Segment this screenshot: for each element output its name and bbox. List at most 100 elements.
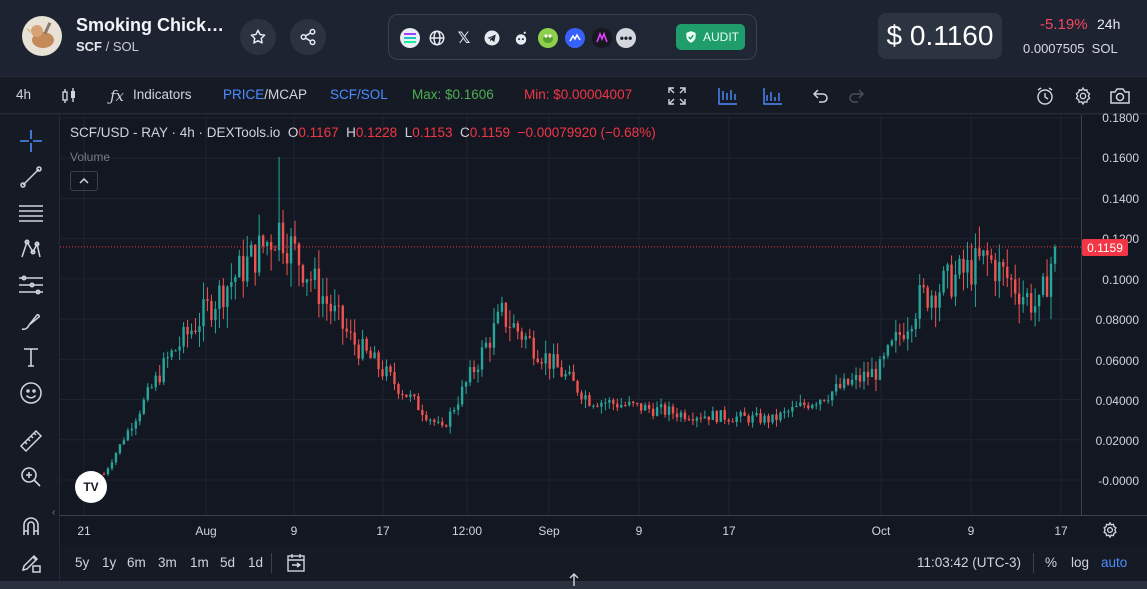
coinmarketcap-icon[interactable] [565,28,585,48]
pattern-icon[interactable] [18,236,44,262]
horizontal-lines-icon[interactable] [18,200,44,226]
candle-body [934,295,937,308]
range-5d[interactable]: 5d [220,555,235,570]
percent-toggle[interactable]: % [1045,555,1057,570]
candle-body [874,368,878,380]
text-tool-icon[interactable] [18,344,44,370]
trade-markers-icon[interactable] [717,85,739,107]
log-toggle[interactable]: log [1071,555,1089,570]
dextools-icon[interactable] [592,28,612,48]
indicators-button[interactable]: Indicators [133,87,192,102]
range-1y[interactable]: 1y [102,555,116,570]
legend-close: 0.1159 [469,125,511,140]
candle-body [281,222,285,254]
candle-body [369,350,372,359]
auto-toggle[interactable]: auto [1101,555,1127,570]
candle-body [616,403,619,408]
settings-icon[interactable] [1072,85,1094,107]
range-6m[interactable]: 6m [127,555,146,570]
ruler-icon[interactable] [18,428,44,454]
range-5y[interactable]: 5y [75,555,89,570]
candle-body [703,416,707,419]
measure-lines-icon[interactable] [18,272,44,298]
x-label: 17 [722,524,736,538]
candle-body [349,331,352,333]
candle-body [719,410,722,422]
x-icon[interactable]: 𝕏 [454,28,474,48]
pepe-icon[interactable] [538,28,558,48]
price-mcap-toggle[interactable]: PRICE/MCAP [223,87,307,102]
axis-settings-icon[interactable] [1101,521,1119,544]
time-axis[interactable]: ‹ 21 Aug 9 17 12:00 Sep 9 17 Oct 9 17 [52,507,1147,545]
candle-body [604,402,607,404]
interval-selector[interactable]: 4h [16,87,31,102]
camera-icon[interactable] [1109,85,1131,107]
pair-separator: / [102,39,113,54]
price-axis[interactable]: 0.1800 0.1600 0.1400 0.1200 0.1000 0.080… [1081,111,1147,515]
fullscreen-icon[interactable] [666,85,688,107]
chart-type-icon[interactable] [762,85,784,107]
alert-icon[interactable] [1034,85,1056,107]
magnet-icon[interactable] [18,513,44,539]
candle-body [866,371,870,378]
website-icon[interactable] [427,28,447,48]
trend-line-icon[interactable] [18,164,44,190]
date-range-icon[interactable] [286,553,306,578]
quote-symbol: SOL [112,39,139,54]
candle-body [838,383,842,388]
candle-body [735,416,738,422]
candle-body [102,473,106,475]
candle-body [118,444,122,454]
candle-body [305,279,309,283]
redo-icon[interactable] [846,85,868,107]
clock[interactable]: 11:03:42 (UTC-3) [917,555,1021,570]
solana-icon[interactable] [400,28,420,48]
resize-handle[interactable] [0,573,1147,589]
emoji-icon[interactable] [18,380,44,406]
candle-body [862,371,866,382]
share-icon [300,28,316,46]
candle-body [504,302,508,327]
candle-body [580,392,583,400]
x-label: 17 [376,524,390,538]
reddit-icon[interactable] [511,28,531,48]
telegram-icon[interactable] [482,28,502,48]
audit-button[interactable]: AUDIT [676,24,745,50]
undo-icon[interactable] [809,85,831,107]
pair-toggle[interactable]: SCF/SOL [330,87,388,102]
candle-body [584,395,587,400]
candle-body [799,402,802,406]
candle-body [496,311,500,324]
candle-body [612,400,615,404]
candle-body [293,236,297,244]
candle-body [894,332,898,341]
candle-body [978,248,981,257]
candle-body [910,329,913,332]
candle-body [826,400,830,402]
max-price: Max: $0.1606 [412,87,494,102]
scroll-left-icon[interactable]: ‹ [52,507,55,518]
range-3m[interactable]: 3m [158,555,177,570]
range-1m[interactable]: 1m [190,555,209,570]
range-1d[interactable]: 1d [248,555,263,570]
candle-body [687,419,691,421]
candle-body [608,400,611,403]
candle-body [385,366,388,377]
more-icon[interactable]: ••• [616,28,636,48]
candlestick-plot[interactable] [60,115,1081,515]
candle-body [472,367,476,373]
favorite-button[interactable] [240,19,276,55]
lock-drawings-icon[interactable] [18,549,44,575]
brush-icon[interactable] [18,308,44,334]
candle-style-icon[interactable] [58,85,80,107]
crosshair-icon[interactable] [18,128,44,154]
legend-open: 0.1167 [298,125,339,140]
candle-body [476,369,480,373]
tradingview-logo[interactable]: TV [75,471,107,503]
zoom-icon[interactable] [18,464,44,490]
share-button[interactable] [290,19,326,55]
candle-body [564,373,567,377]
price-chart[interactable] [60,115,1081,515]
candle-body [126,430,130,441]
collapse-legend-button[interactable] [70,171,98,191]
